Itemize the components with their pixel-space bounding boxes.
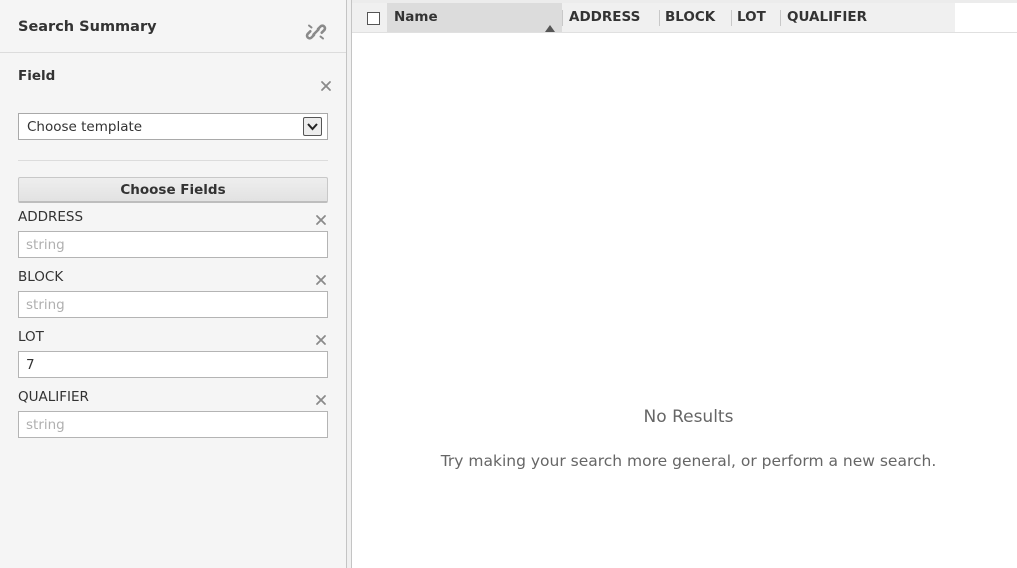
grid-header: Name ADDRESS BLOCK LOT QUALIFIER — [352, 3, 955, 32]
remove-field-lot-close-icon[interactable] — [314, 332, 328, 346]
sort-ascending-icon — [545, 14, 555, 32]
remove-field-qualifier-close-icon[interactable] — [314, 392, 328, 406]
column-separator[interactable] — [659, 10, 660, 26]
column-header-address-label: ADDRESS — [569, 9, 641, 25]
column-header-qualifier-label: QUALIFIER — [787, 9, 867, 25]
field-section-label: Field — [18, 68, 56, 84]
remove-field-block-close-icon[interactable] — [314, 272, 328, 286]
column-header-lot-label: LOT — [737, 9, 766, 25]
column-header-address[interactable]: ADDRESS — [569, 3, 659, 32]
template-select-value: Choose template — [27, 119, 143, 135]
column-separator[interactable] — [562, 10, 563, 26]
panel-title: Search Summary — [18, 19, 157, 35]
remove-field-address-close-icon[interactable] — [314, 212, 328, 226]
empty-state-title: No Results — [643, 407, 734, 427]
column-separator[interactable] — [780, 10, 781, 26]
column-separator[interactable] — [731, 10, 732, 26]
column-header-lot[interactable]: LOT — [737, 3, 780, 32]
field-label-block: BLOCK — [18, 269, 64, 285]
qualifier-input[interactable] — [18, 411, 328, 438]
field-label-lot: LOT — [18, 329, 44, 345]
select-all-checkbox[interactable] — [367, 12, 380, 25]
grid-header-border — [352, 32, 1017, 33]
results-grid: Name ADDRESS BLOCK LOT QUALIFIER No Resu… — [352, 0, 1017, 568]
field-label-qualifier: QUALIFIER — [18, 389, 89, 405]
search-summary-panel: Search Summary Field Choose template Cho… — [0, 0, 346, 568]
column-header-qualifier[interactable]: QUALIFIER — [787, 3, 947, 32]
block-input[interactable] — [18, 291, 328, 318]
address-input[interactable] — [18, 231, 328, 258]
column-header-name[interactable]: Name — [387, 3, 562, 32]
column-header-block-label: BLOCK — [665, 9, 716, 25]
template-select[interactable]: Choose template — [18, 113, 328, 140]
field-label-address: ADDRESS — [18, 209, 84, 225]
column-header-name-label: Name — [394, 9, 438, 25]
empty-state-message: Try making your search more general, or … — [440, 452, 937, 470]
lot-input[interactable] — [18, 351, 328, 378]
unlink-chain-icon[interactable] — [305, 21, 327, 43]
column-header-block[interactable]: BLOCK — [665, 3, 731, 32]
divider — [18, 160, 328, 161]
choose-fields-button[interactable]: Choose Fields — [18, 177, 328, 203]
chevron-down-icon — [303, 117, 322, 136]
close-icon[interactable] — [319, 78, 333, 92]
panel-header: Search Summary — [0, 0, 346, 53]
